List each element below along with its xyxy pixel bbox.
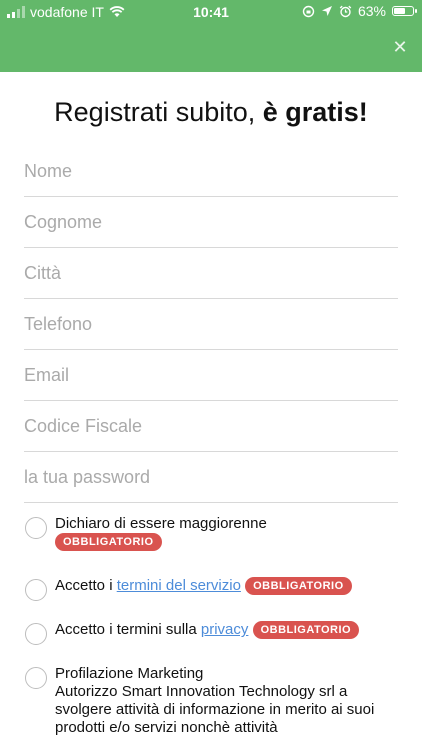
close-icon[interactable]: ✕ — [390, 37, 410, 57]
telefono-input[interactable] — [24, 313, 398, 335]
check-marketing: Profilazione Marketing Autorizzo Smart I… — [24, 665, 398, 737]
citta-field-row — [24, 248, 398, 299]
telefono-field-row — [24, 299, 398, 350]
termini-link[interactable]: termini del servizio — [117, 577, 241, 594]
codice-fiscale-input[interactable] — [24, 415, 398, 437]
cognome-field-row — [24, 197, 398, 248]
title-part1: Registrati subito, — [54, 97, 263, 127]
privacy-link[interactable]: privacy — [201, 621, 249, 638]
termini-required-badge: OBBLIGATORIO — [245, 577, 352, 596]
rotation-lock-icon — [302, 5, 315, 17]
check-maggiorenne: Dichiaro di essere maggiorenne OBBLIGATO… — [24, 515, 398, 552]
cognome-input[interactable] — [24, 211, 398, 233]
nome-field-row — [24, 146, 398, 197]
password-field-row — [24, 452, 398, 503]
password-input[interactable] — [24, 466, 398, 488]
maggiorenne-required-badge: OBBLIGATORIO — [55, 533, 162, 552]
email-input[interactable] — [24, 364, 398, 386]
check-privacy: Accetto i termini sulla privacy OBBLIGAT… — [24, 621, 398, 646]
consent-list: Dichiaro di essere maggiorenne OBBLIGATO… — [24, 515, 398, 737]
battery-icon — [392, 6, 417, 16]
codice-fiscale-field-row — [24, 401, 398, 452]
alarm-icon — [339, 5, 352, 17]
title-part2: è gratis! — [262, 97, 368, 127]
nome-input[interactable] — [24, 160, 398, 182]
email-field-row — [24, 350, 398, 401]
status-bar: vodafone IT 10:41 63% — [0, 0, 422, 24]
location-icon — [321, 6, 332, 16]
page-title: Registrati subito, è gratis! — [0, 97, 422, 128]
termini-checkbox[interactable] — [25, 579, 47, 602]
marketing-checkbox[interactable] — [25, 667, 47, 690]
registration-form — [24, 146, 398, 503]
privacy-required-badge: OBBLIGATORIO — [252, 621, 360, 640]
header-bar: vodafone IT 10:41 63% ✕ — [0, 0, 422, 72]
maggiorenne-label: Dichiaro di essere maggiorenne — [55, 515, 267, 532]
maggiorenne-checkbox[interactable] — [25, 517, 47, 539]
privacy-checkbox[interactable] — [25, 623, 47, 646]
marketing-description: Autorizzo Smart Innovation Technology sr… — [55, 683, 375, 737]
termini-prefix: Accetto i — [55, 577, 117, 595]
battery-percent: 63% — [357, 3, 386, 19]
check-termini: Accetto i termini del servizio OBBLIGATO… — [24, 577, 398, 602]
privacy-prefix: Accetto i termini sulla — [55, 621, 201, 639]
citta-input[interactable] — [24, 262, 398, 284]
battery-fill — [394, 8, 405, 14]
marketing-label: Profilazione Marketing — [55, 665, 204, 683]
